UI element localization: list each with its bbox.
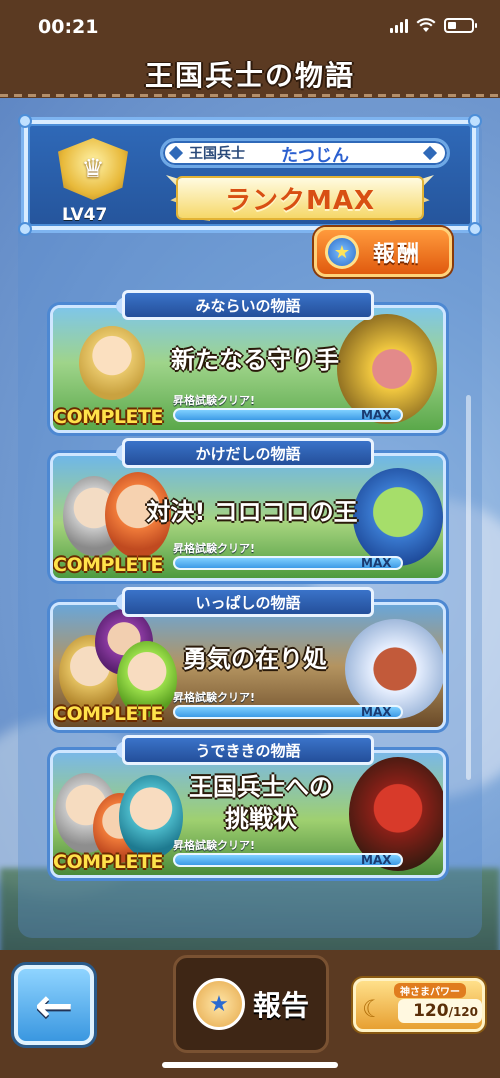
complete-label: COMPLETE [53, 554, 163, 576]
header-stitch [0, 94, 500, 97]
story-tab: うでききの物語 [122, 735, 374, 765]
class-name: 王国兵士 [189, 146, 245, 162]
power-caption: 神さまパワー [394, 983, 466, 998]
progress-text: 昇格試験クリア! [173, 839, 256, 852]
power-max: /120 [448, 1005, 478, 1019]
level-label: LV47 [62, 205, 108, 225]
max-label: MAX [361, 408, 392, 422]
battery-icon [444, 18, 477, 33]
wifi-icon [416, 18, 436, 32]
rank-label: ランクMAX [224, 185, 376, 216]
report-label: 報告 [252, 989, 309, 1022]
max-label: MAX [361, 853, 392, 867]
progress-text: 昇格試験クリア! [173, 542, 256, 555]
status-bar: 00:21 [0, 0, 500, 54]
story-headline: 対決! コロコロの王 [146, 498, 358, 526]
story-headline-line: 王国兵士への [189, 773, 333, 801]
complete-label: COMPLETE [53, 406, 163, 428]
progress-text: 昇格試験クリア! [173, 394, 256, 407]
power-gauge: ☾ 神さまパワー 120/120 [353, 978, 485, 1032]
max-label: MAX [361, 705, 392, 719]
frame-corner [468, 114, 482, 128]
screen-header: 王国兵士の物語 [0, 54, 500, 98]
story-headline: 新たなる守り手 [171, 346, 339, 374]
name-bar: 王国兵士 たつじん [160, 138, 450, 168]
frame-corner [18, 222, 32, 236]
story-headline: 勇気の在り処 [183, 645, 327, 673]
progress-text: 昇格試験クリア! [173, 691, 256, 704]
story-headline: 王国兵士への 挑戦状 [173, 771, 349, 835]
reward-label: 報酬 [373, 242, 422, 267]
reward-button[interactable]: ★ 報酬 [314, 227, 452, 277]
diamond-icon [168, 145, 184, 161]
character-portrait [79, 326, 145, 400]
max-label: MAX [361, 556, 392, 570]
power-current: 120 [413, 1001, 449, 1021]
boss-portrait [345, 619, 443, 719]
status-icons [390, 18, 477, 33]
frame-corner [468, 222, 482, 236]
home-indicator[interactable] [162, 1062, 338, 1068]
rank-banner: ランクMAX [178, 178, 422, 218]
scrollbar[interactable] [466, 395, 471, 780]
complete-label: COMPLETE [53, 703, 163, 725]
clock: 00:21 [38, 16, 99, 38]
signal-icon [390, 18, 408, 33]
frame-corner [18, 114, 32, 128]
complete-label: COMPLETE [53, 851, 163, 873]
banana-icon: ☾ [362, 995, 384, 1023]
power-value: 120/120 [398, 999, 482, 1023]
story-tab: かけだしの物語 [122, 438, 374, 468]
medal-icon: ★ [325, 235, 359, 269]
story-tab: いっぱしの物語 [122, 587, 374, 617]
page-title: 王国兵士の物語 [144, 59, 355, 92]
player-name: たつじん [281, 145, 349, 166]
back-button[interactable]: ← [14, 965, 94, 1045]
report-button[interactable]: ★ 報告 [173, 955, 329, 1053]
back-arrow-icon: ← [34, 978, 74, 1032]
story-tab: みならいの物語 [122, 290, 374, 320]
diamond-icon [422, 145, 438, 161]
star-character-icon: ★ [192, 978, 245, 1030]
story-headline-line: 挑戦状 [225, 805, 297, 833]
